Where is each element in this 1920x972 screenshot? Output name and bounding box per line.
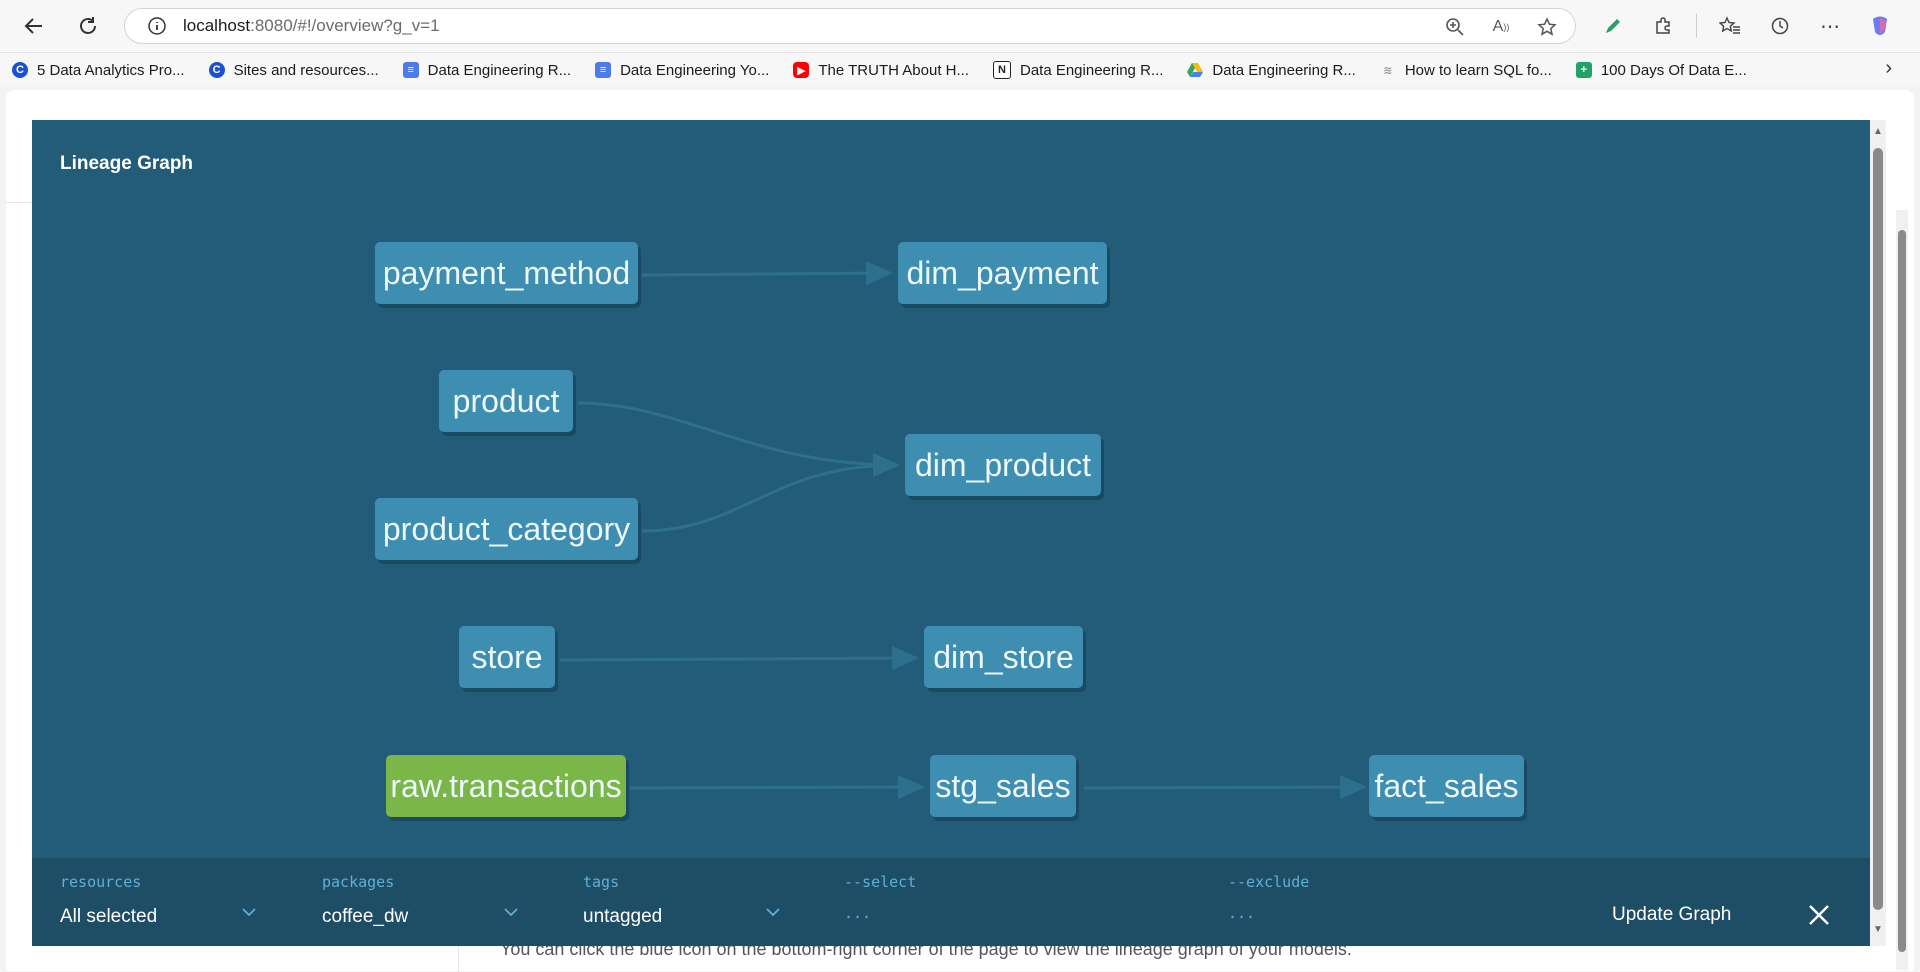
edge-raw-transactions-stg-sales [629,775,925,800]
back-icon[interactable] [18,10,50,42]
zoom-icon[interactable] [1441,13,1469,41]
history-icon[interactable] [1763,10,1797,42]
toolbar-separator [1696,14,1697,38]
url-path: :8080/#!/overview?g_v=1 [250,16,440,35]
node-dim-product[interactable]: dim_product [905,434,1101,496]
chevron-right-icon[interactable]: › [1885,57,1892,80]
bookmark-label: Data Engineering R... [1019,61,1164,79]
edge-payment-method-dim-payment [641,261,893,286]
google-drive-icon [1187,62,1204,78]
google-docs-icon: ≡ [402,62,419,78]
scroll-down-icon[interactable]: ▼ [1873,924,1883,935]
node-store[interactable]: store [459,626,555,688]
close-icon[interactable] [1804,900,1834,930]
node-stg-sales[interactable]: stg_sales [930,755,1076,817]
node-dim-payment[interactable]: dim_payment [898,242,1107,304]
bookmark-label: Data Engineering R... [427,61,572,79]
node-payment-method[interactable]: payment_method [375,242,638,304]
url-text[interactable]: localhost:8080/#!/overview?g_v=1 [183,16,440,36]
chevron-down-icon[interactable] [766,904,780,922]
bookmark-item[interactable]: N Data Engineering R... [992,61,1164,79]
bookmark-item[interactable]: C 5 Data Analytics Pro... [12,62,185,79]
modal-scrollbar-thumb[interactable] [1873,148,1883,910]
node-dim-store[interactable]: dim_store [924,626,1083,688]
browser-toolbar: localhost:8080/#!/overview?g_v=1 A)) ⋯ [0,0,1920,53]
bookmark-label: Sites and resources... [233,61,379,79]
copilot-icon[interactable] [1863,10,1897,42]
google-sheets-icon: + [1575,62,1592,78]
url-host: localhost [183,16,251,35]
bookmark-label: Data Engineering R... [1212,61,1356,79]
bookmark-label: 100 Days Of Data E... [1600,61,1747,79]
bookmark-label: The TRUTH About H... [818,61,969,79]
packages-dropdown[interactable]: coffee_dw [322,906,408,928]
graph-filter-bar: resources All selected packages coffee_d… [32,858,1870,946]
edge-product-dim-product [577,401,900,477]
bookmark-label: How to learn SQL fo... [1404,61,1552,79]
edge-product-category-dim-product [641,453,900,533]
edge-stg-sales-fact-sales [1083,775,1367,800]
refresh-icon[interactable] [72,10,104,42]
bookmarks-bar: C 5 Data Analytics Pro... C Sites and reso… [0,53,1920,87]
bookmark-item[interactable]: ≋ How to learn SQL fo... [1380,62,1552,79]
bookmark-item[interactable]: +100 Days Of Data E... [1575,61,1747,79]
update-graph-button[interactable]: Update Graph [1612,904,1731,926]
more-menu-icon[interactable]: ⋯ [1813,10,1847,42]
modal-scrollbar[interactable]: ▲ ▼ [1870,120,1886,946]
page-scrollbar-thumb[interactable] [1898,230,1906,952]
node-product-category[interactable]: product_category [375,498,638,560]
lineage-graph-modal: Lineage Graph payment_method dim_payment… [32,120,1870,946]
node-raw-transactions[interactable]: raw.transactions [386,755,626,817]
select-label: --select [844,873,917,891]
resources-label: resources [60,873,142,891]
pen-icon[interactable] [1596,10,1630,42]
bookmark-label: Data Engineering Yo... [620,61,770,79]
site-info-icon[interactable] [145,14,169,38]
resources-dropdown[interactable]: All selected [60,906,157,928]
bookmark-item[interactable]: ≡ Data Engineering R... [402,61,572,79]
notion-icon: N [992,61,1011,79]
address-bar[interactable]: localhost:8080/#!/overview?g_v=1 A)) [124,8,1576,44]
bookmark-item[interactable]: ▶ The TRUTH About H... [793,62,969,79]
scroll-up-icon[interactable]: ▲ [1873,126,1883,137]
tags-dropdown[interactable]: untagged [583,906,662,928]
node-fact-sales[interactable]: fact_sales [1369,755,1524,817]
bookmark-item[interactable]: C Sites and resources... [208,61,379,79]
select-input[interactable]: ... [844,904,1144,922]
exclude-input[interactable]: ... [1228,904,1528,922]
c-logo-icon: C [208,62,225,78]
lineage-graph[interactable]: payment_method dim_payment product dim_p… [32,120,1870,858]
wave-icon: ≋ [1383,64,1393,77]
chevron-down-icon[interactable] [242,904,256,922]
google-docs-icon: ≡ [595,62,612,78]
extensions-icon[interactable] [1646,10,1680,42]
bookmark-item[interactable]: Data Engineering R... [1187,61,1356,79]
chevron-down-icon[interactable] [504,904,518,922]
read-aloud-icon[interactable]: A)) [1487,13,1515,41]
edge-store-dim-store [559,646,919,671]
bookmark-item[interactable]: ≡ Data Engineering Yo... [595,62,769,79]
favorite-star-icon[interactable] [1533,13,1561,41]
exclude-label: --exclude [1228,873,1310,891]
tags-label: tags [583,873,620,891]
favorites-icon[interactable] [1713,10,1747,42]
node-product[interactable]: product [439,370,573,432]
bookmark-label: 5 Data Analytics Pro... [37,61,185,79]
c-logo-icon: C [12,62,28,78]
packages-label: packages [322,873,395,891]
page-scrollbar[interactable] [1896,210,1908,970]
youtube-icon: ▶ [793,62,810,78]
